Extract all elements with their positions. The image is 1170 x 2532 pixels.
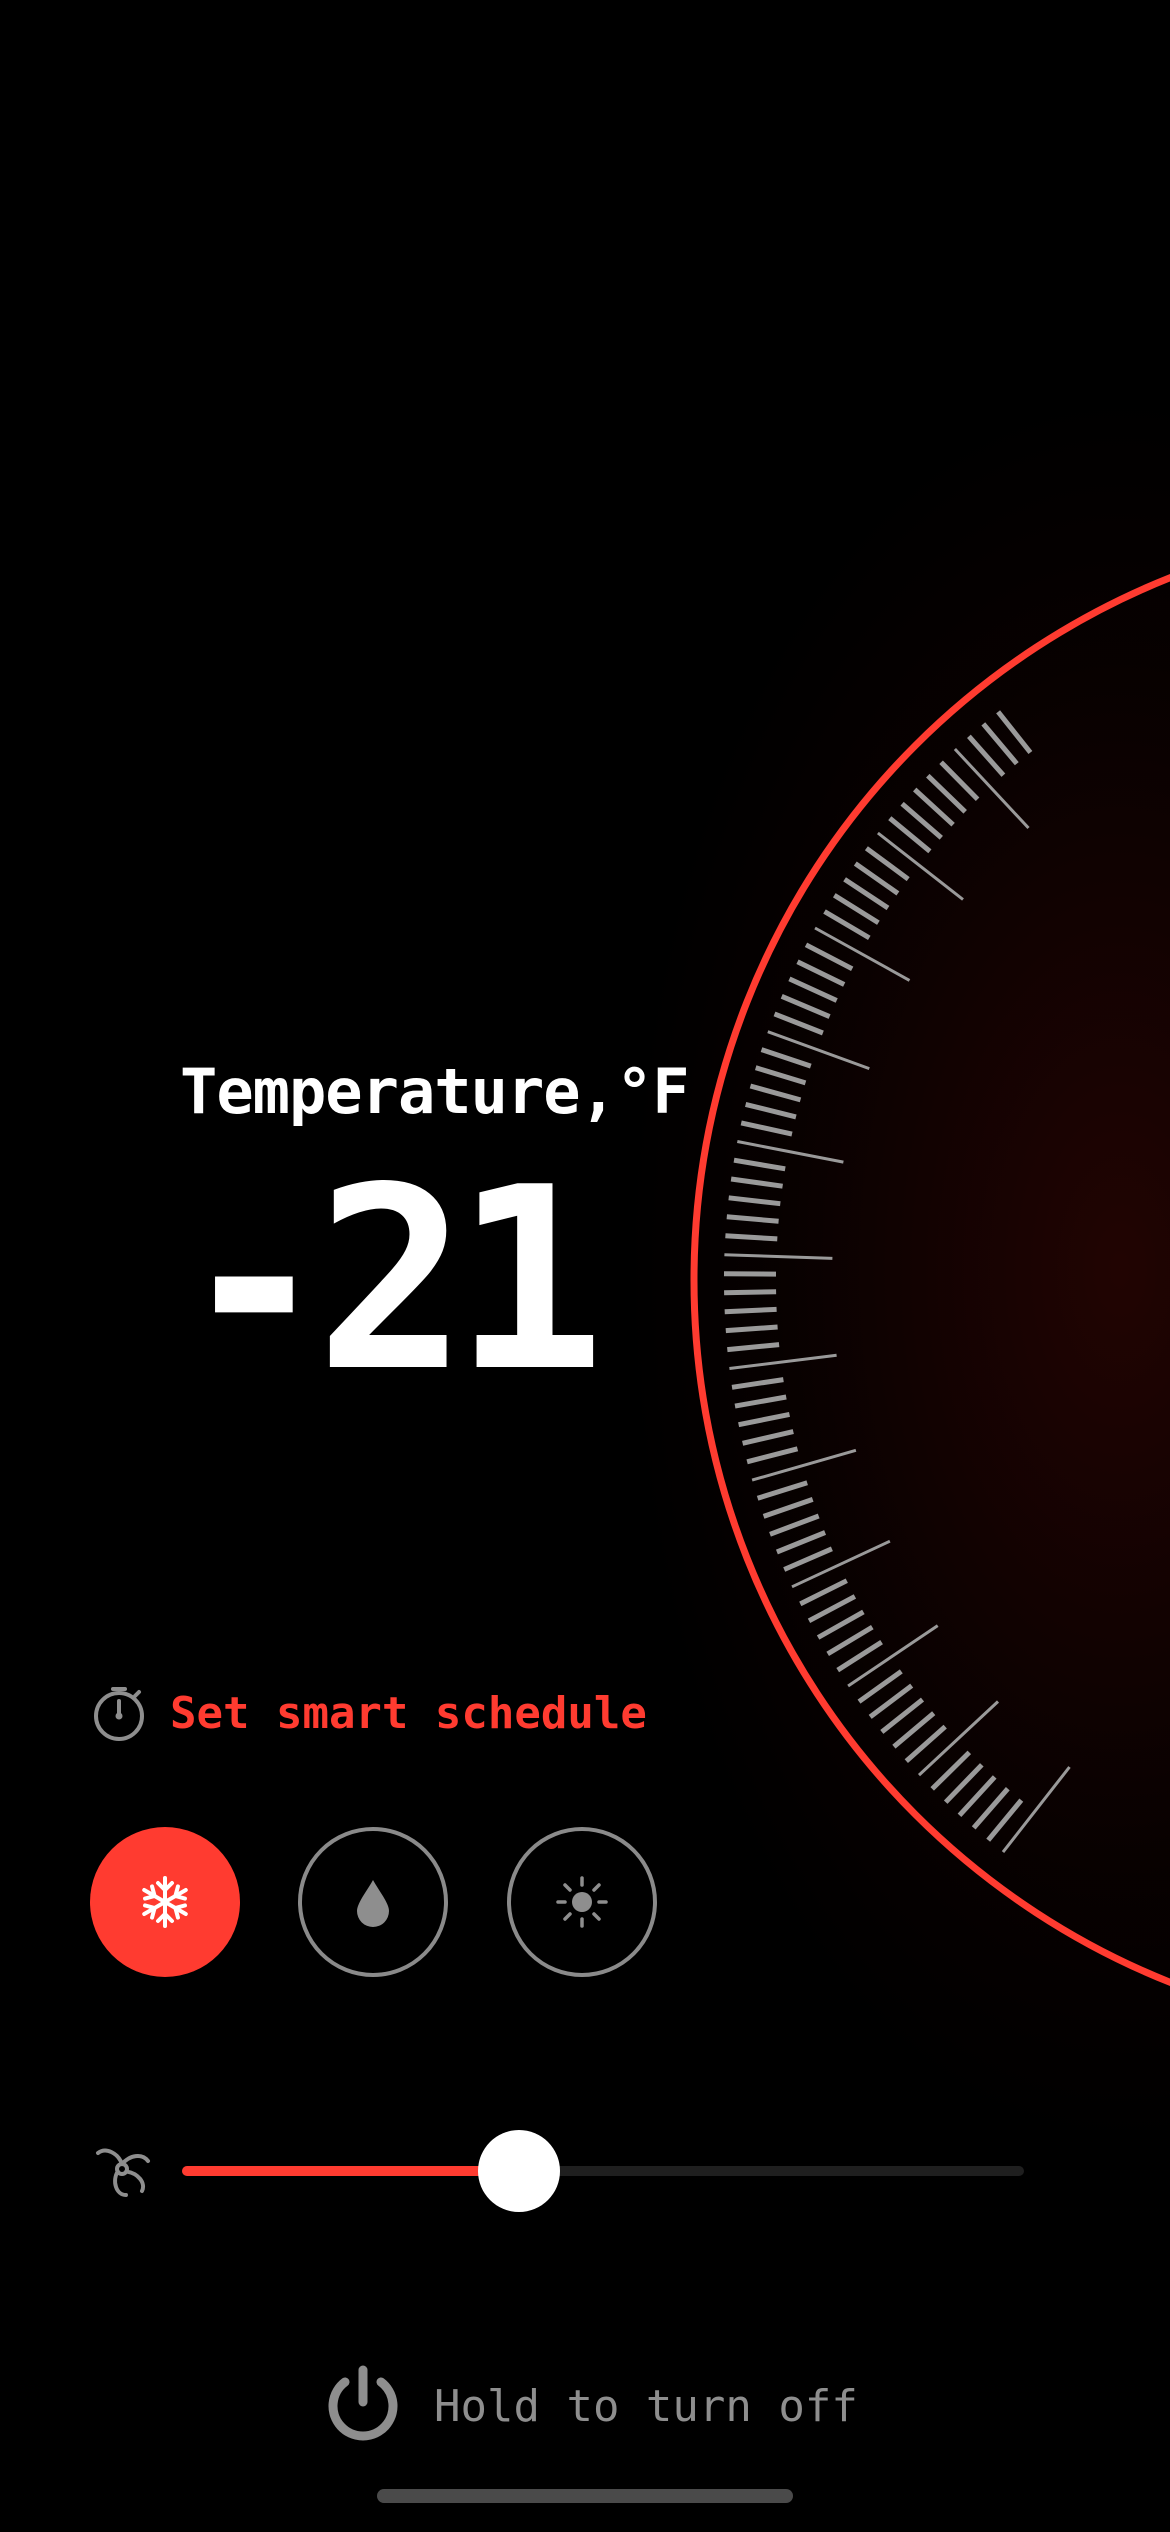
mode-heat-button[interactable] <box>507 1827 657 1977</box>
dial-minor-tick <box>754 1065 807 1086</box>
fan-speed-fill <box>182 2166 519 2176</box>
dial-minor-tick <box>762 1497 814 1519</box>
dial-major-tick <box>737 1140 844 1164</box>
dial-minor-tick <box>775 1530 827 1555</box>
dial-major-tick <box>791 1539 891 1589</box>
dial-minor-tick <box>769 1513 820 1537</box>
dial-minor-tick <box>780 993 831 1019</box>
dial-major-tick <box>767 1030 870 1071</box>
dial-minor-tick <box>728 1195 781 1207</box>
home-indicator <box>377 2489 793 2503</box>
dial-minor-tick <box>783 1546 833 1572</box>
dial-minor-tick <box>727 1342 780 1353</box>
dial-minor-tick <box>796 959 846 987</box>
fan-icon <box>96 2148 150 2197</box>
temperature-label: Temperature,°F <box>180 1055 690 1128</box>
dial-minor-tick <box>725 1233 778 1242</box>
set-smart-schedule-label: Set smart schedule <box>170 1687 647 1739</box>
dial-ring[interactable] <box>690 524 1170 2036</box>
mode-dry-button[interactable] <box>298 1827 448 1977</box>
mode-cool-button[interactable] <box>90 1827 240 1977</box>
dial-minor-tick <box>725 1324 778 1334</box>
dial-ticks <box>723 710 1071 1854</box>
fan-speed-slider[interactable] <box>182 2130 1024 2212</box>
power-off-label: Hold to turn off <box>434 2380 858 2432</box>
dial-minor-tick <box>724 1306 777 1315</box>
dial-minor-tick <box>807 1594 857 1624</box>
power-icon <box>328 2365 398 2441</box>
dial-minor-tick <box>804 942 854 972</box>
dial-minor-tick <box>788 976 838 1003</box>
dial-minor-tick <box>744 1101 797 1120</box>
dial-minor-tick <box>733 1157 786 1172</box>
dial-major-tick <box>729 1353 837 1370</box>
dial-minor-tick <box>730 1176 783 1189</box>
dial-major-tick <box>724 1253 833 1260</box>
water-drop-icon <box>357 1880 389 1927</box>
dial-minor-tick <box>749 1083 802 1103</box>
stopwatch-icon <box>94 1687 144 1741</box>
dial-minor-tick <box>726 1214 779 1224</box>
dial-minor-tick <box>742 1429 794 1446</box>
dial-minor-tick <box>731 1377 784 1390</box>
dial-minor-tick <box>756 1480 808 1501</box>
fan-speed-knob[interactable] <box>477 2130 560 2212</box>
dial-minor-tick <box>760 1047 812 1069</box>
snowflake-icon <box>142 1876 188 1928</box>
dial-minor-tick <box>738 1411 790 1428</box>
power-off-button[interactable]: Hold to turn off <box>322 2362 858 2450</box>
sun-icon <box>556 1876 608 1928</box>
dial-minor-tick <box>724 1289 777 1296</box>
dial-minor-tick <box>799 1578 848 1607</box>
set-smart-schedule-button[interactable]: Set smart schedule <box>90 1680 647 1746</box>
dial-minor-tick <box>734 1394 787 1409</box>
dial-minor-tick <box>740 1120 793 1137</box>
dial-minor-tick <box>773 1011 824 1036</box>
dial-minor-tick <box>746 1446 799 1465</box>
temperature-value: -21 <box>178 1134 605 1427</box>
